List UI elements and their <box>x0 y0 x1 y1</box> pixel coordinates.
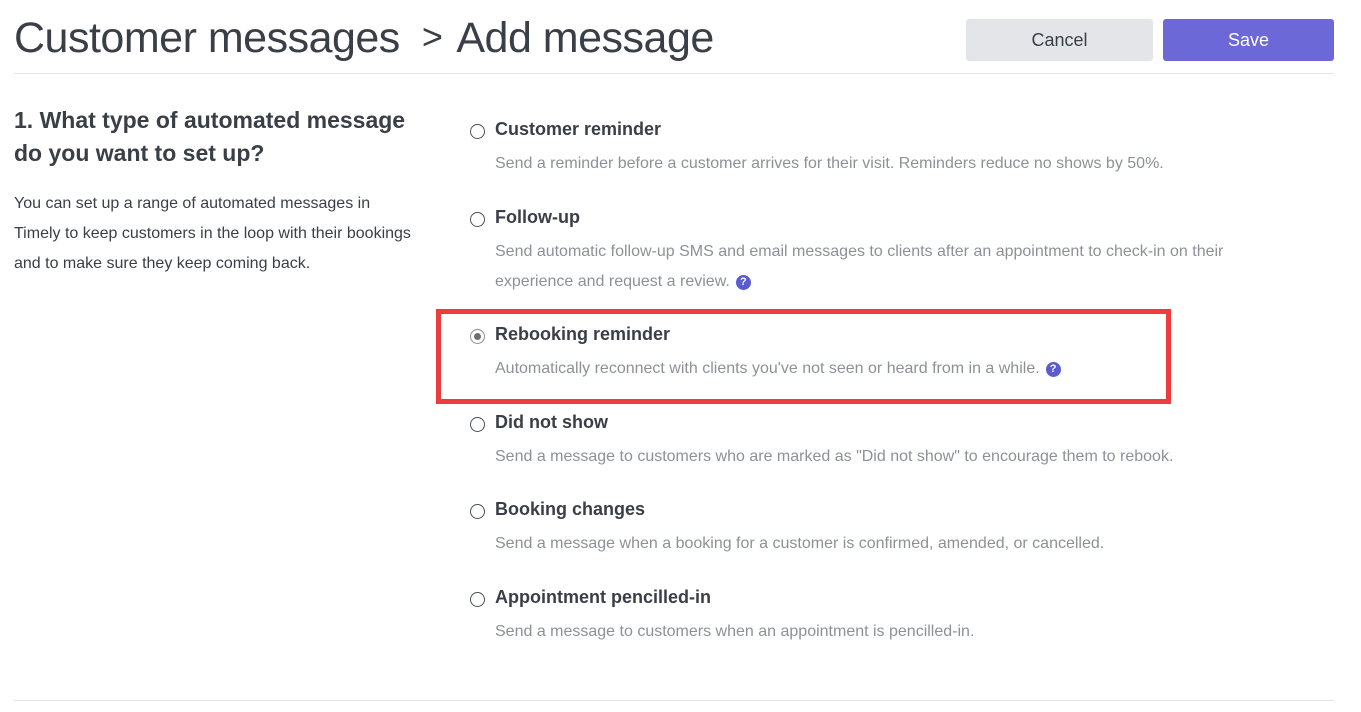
question-circle-icon[interactable]: ? <box>735 275 751 290</box>
radio-appointment-pencilled-in[interactable] <box>470 592 485 607</box>
option-description-text: Send automatic follow-up SMS and email m… <box>495 243 1224 290</box>
option-description-text: Send a message when a booking for a cust… <box>495 535 1105 552</box>
radio-customer-reminder[interactable] <box>470 124 485 139</box>
option-description: Send a message when a booking for a cust… <box>495 529 1295 559</box>
option-description: Automatically reconnect with clients you… <box>495 354 1295 384</box>
option-label[interactable]: Booking changes <box>495 499 645 520</box>
section-intro: 1. What type of automated message do you… <box>14 104 424 279</box>
radio-rebooking-reminder[interactable] <box>470 329 485 344</box>
option-description-text: Automatically reconnect with clients you… <box>495 360 1040 377</box>
cancel-button[interactable]: Cancel <box>966 19 1153 61</box>
page-header: Customer messages > Add message Cancel S… <box>14 0 1334 74</box>
question-circle-icon[interactable]: ? <box>1045 362 1061 377</box>
option-description: Send a reminder before a customer arrive… <box>495 149 1295 179</box>
option-label[interactable]: Customer reminder <box>495 119 661 140</box>
breadcrumb: Customer messages > Add message <box>14 14 714 63</box>
breadcrumb-separator-icon: > <box>421 16 443 57</box>
save-button[interactable]: Save <box>1163 19 1334 61</box>
section-description: You can set up a range of automated mess… <box>14 195 411 272</box>
breadcrumb-parent[interactable]: Customer messages <box>14 14 400 63</box>
radio-booking-changes[interactable] <box>470 504 485 519</box>
option-description: Send a message to customers when an appo… <box>495 617 1295 647</box>
page: Customer messages > Add message Cancel S… <box>0 0 1361 712</box>
option-label[interactable]: Follow-up <box>495 207 580 228</box>
radio-follow-up[interactable] <box>470 212 485 227</box>
option-label[interactable]: Appointment pencilled-in <box>495 587 711 608</box>
option-label[interactable]: Rebooking reminder <box>495 324 670 345</box>
option-description-text: Send a reminder before a customer arrive… <box>495 155 1164 172</box>
option-description-text: Send a message to customers who are mark… <box>495 448 1174 465</box>
option-description-text: Send a message to customers when an appo… <box>495 623 975 640</box>
page-title: Add message <box>456 14 714 62</box>
option-label[interactable]: Did not show <box>495 412 608 433</box>
section-title: 1. What type of automated message do you… <box>14 107 406 166</box>
option-description: Send automatic follow-up SMS and email m… <box>495 237 1295 297</box>
footer-divider <box>14 700 1334 701</box>
radio-did-not-show[interactable] <box>470 417 485 432</box>
option-description: Send a message to customers who are mark… <box>495 442 1295 472</box>
